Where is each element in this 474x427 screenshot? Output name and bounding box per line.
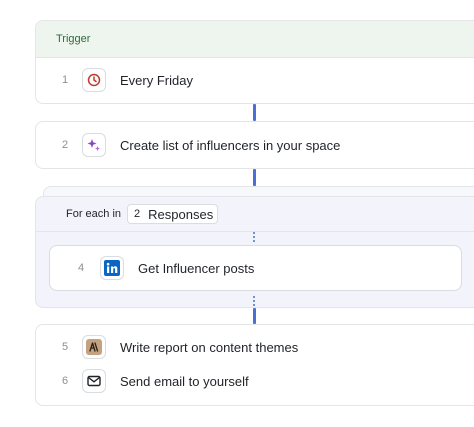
step-get-influencer-posts[interactable]: 4 Get Influencer posts <box>49 245 462 291</box>
sparkle-icon <box>82 133 106 157</box>
connector-line <box>253 308 256 324</box>
step-label: Send email to yourself <box>120 373 249 389</box>
loop-count: 2 <box>134 208 141 220</box>
loop-unit: Responses <box>148 206 214 222</box>
step-send-email[interactable]: 6 Send email to yourself <box>36 364 474 398</box>
step-label: Get Influencer posts <box>138 260 255 276</box>
step-number: 4 <box>78 262 85 274</box>
mail-icon <box>82 369 106 393</box>
step-create-list-card[interactable]: 2 Create list of influencers in your spa… <box>35 121 474 169</box>
step-every-friday[interactable]: 1 Every Friday <box>36 58 474 102</box>
loop-source-pill[interactable]: 2 Responses <box>127 204 219 224</box>
step-label: Write report on content themes <box>120 339 299 355</box>
step-label: Create list of influencers in your space <box>120 137 341 153</box>
connector-line <box>253 169 256 186</box>
linkedin-icon <box>100 256 124 280</box>
trigger-header: Trigger <box>36 21 474 58</box>
step-label: Every Friday <box>120 72 193 88</box>
loop-prefix: For each in <box>66 208 122 220</box>
ai-writer-icon <box>82 335 106 359</box>
step-number: 5 <box>62 341 69 353</box>
loop-container[interactable]: For each in 2 Responses 4 Get Influencer… <box>35 196 474 308</box>
final-steps-card[interactable]: 5 Write report on content themes 6 Send … <box>35 324 474 406</box>
trigger-card[interactable]: Trigger 1 Every Friday <box>35 20 474 104</box>
step-number: 6 <box>62 375 69 387</box>
connector-line <box>253 104 256 121</box>
clock-icon <box>82 68 106 92</box>
loop-header: For each in 2 Responses <box>36 197 474 232</box>
trigger-label: Trigger <box>56 33 91 45</box>
step-write-report[interactable]: 5 Write report on content themes <box>36 330 474 364</box>
step-number: 2 <box>62 139 69 151</box>
step-create-list[interactable]: 2 Create list of influencers in your spa… <box>36 122 474 168</box>
step-number: 1 <box>62 74 69 86</box>
connector-dots <box>252 296 256 306</box>
connector-dots <box>252 232 256 242</box>
